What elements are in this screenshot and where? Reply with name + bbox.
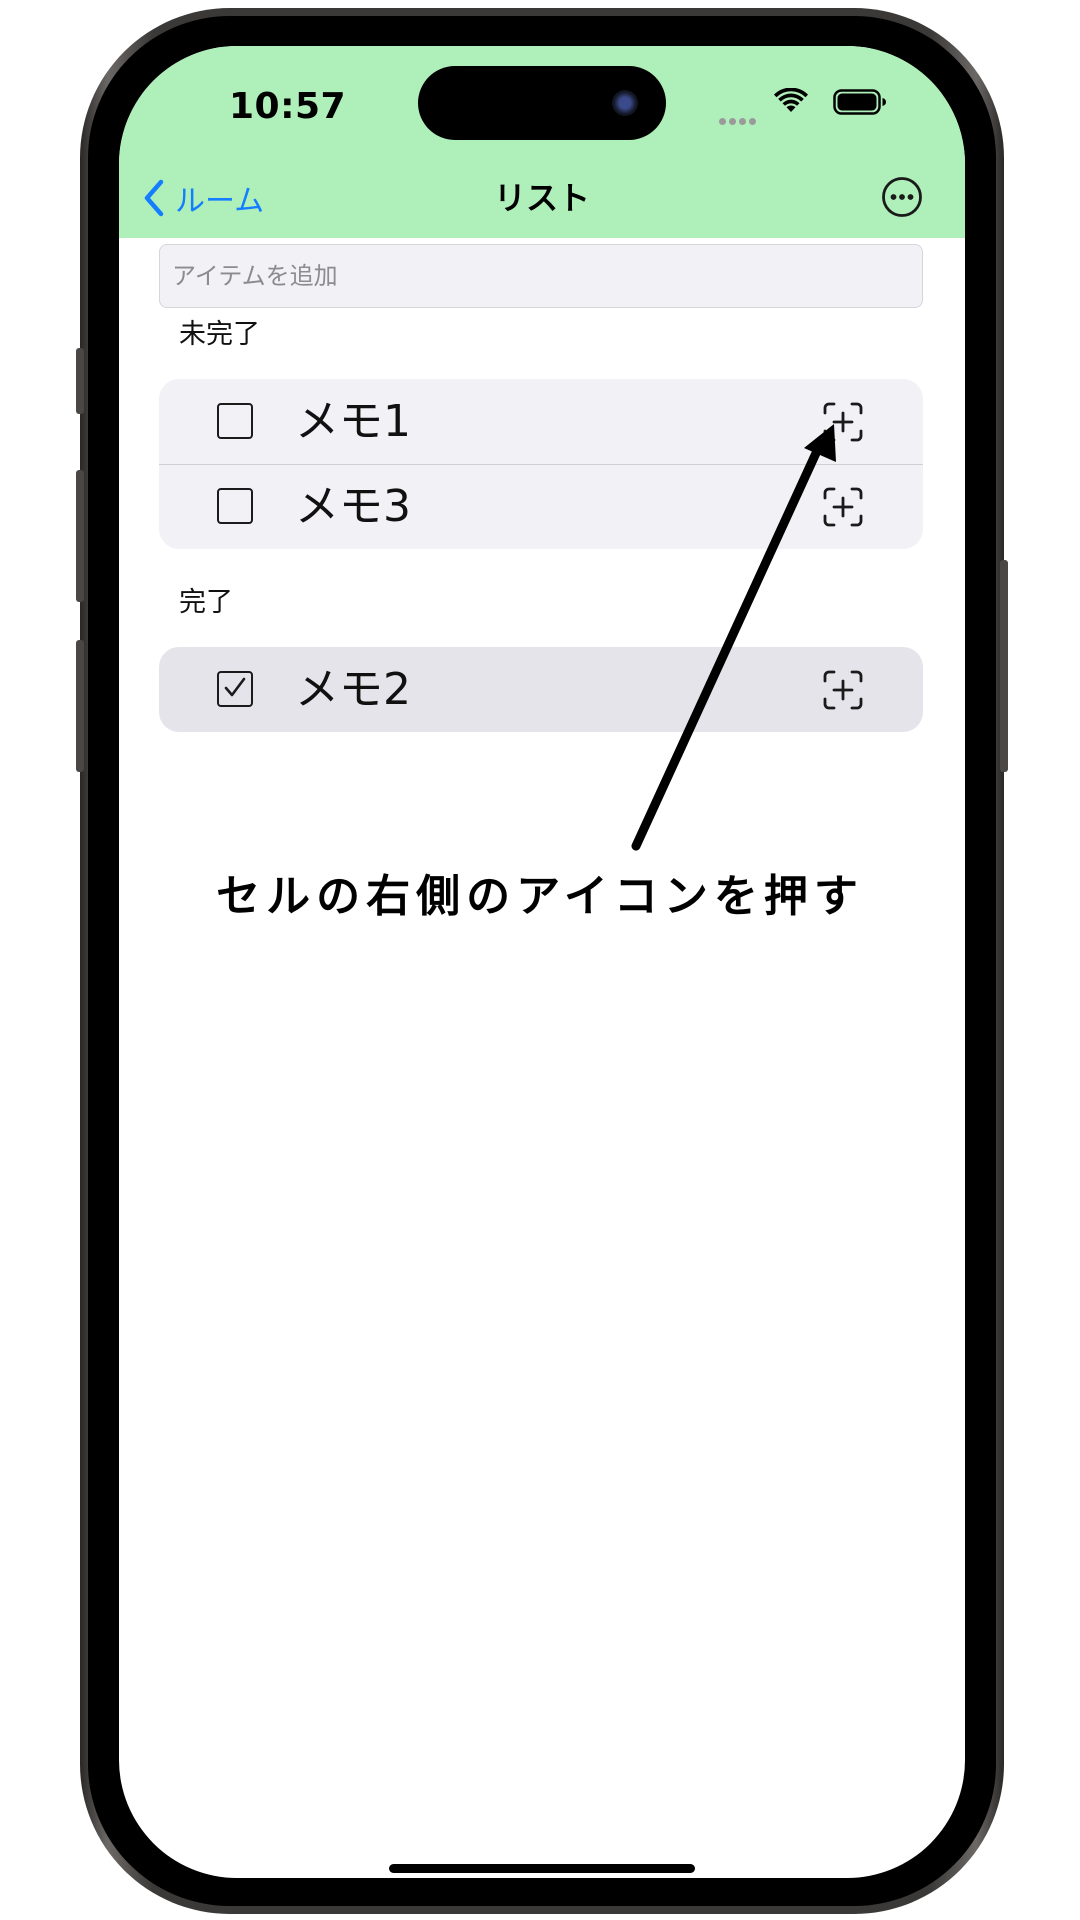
annotation-text: セルの右側のアイコンを押す (216, 871, 864, 922)
annotation-arrow (631, 424, 836, 851)
